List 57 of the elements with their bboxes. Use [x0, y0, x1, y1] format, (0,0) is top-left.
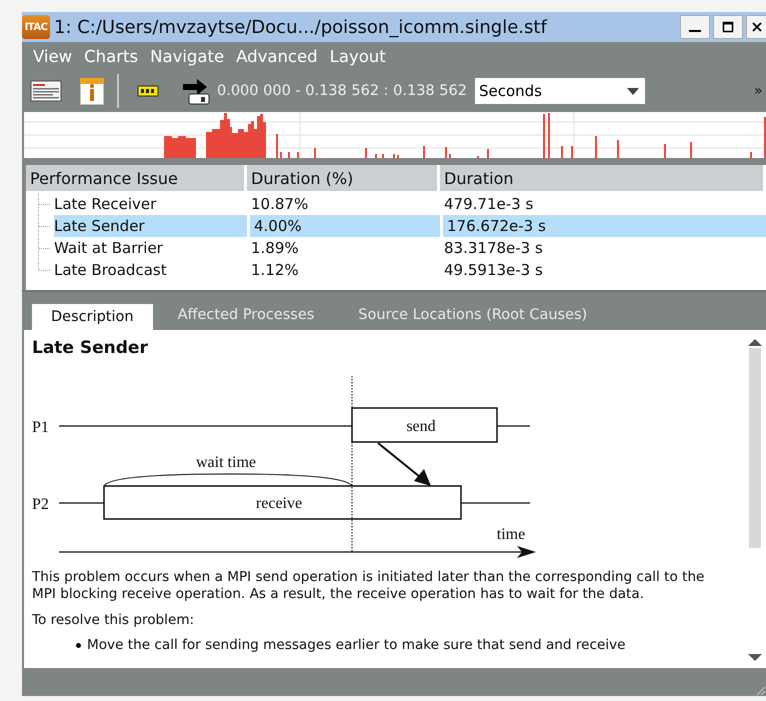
info-icon[interactable]: [79, 76, 105, 106]
table-cell-text: 10.87%: [250, 194, 310, 215]
message-arrow: [377, 442, 431, 486]
window-title: 1: C:/Users/mvzaytse/Docu.../poisson_icomm.single.stf: [54, 16, 548, 38]
unit-dropdown[interactable]: Seconds: [474, 78, 645, 104]
scrollbar-thumb[interactable]: [749, 348, 761, 548]
timeline: [59, 502, 104, 504]
column-header[interactable]: Duration (%): [247, 165, 440, 191]
scroll-up-icon[interactable]: [748, 338, 762, 346]
table-cell-text: 479.71e-3 s: [443, 194, 534, 215]
send-label: send: [406, 418, 436, 435]
process-label: P1: [32, 419, 49, 436]
timeline: [497, 425, 530, 427]
histogram-bar: [164, 136, 196, 158]
menu-item[interactable]: Advanced: [231, 46, 323, 66]
menu-item[interactable]: Navigate: [145, 46, 230, 66]
column-header[interactable]: Duration: [440, 165, 766, 191]
close-button[interactable]: [746, 15, 766, 39]
wait-label: wait time: [196, 454, 256, 471]
histogram-bar: [206, 113, 266, 158]
close-icon: [750, 21, 762, 33]
time-label: time: [496, 526, 526, 543]
timeline: [461, 502, 530, 504]
time-range: 0.000 000 - 0.138 562 : 0.138 562: [217, 83, 467, 99]
menu-item[interactable]: Layout: [324, 46, 391, 66]
description-text: To resolve this problem:: [32, 612, 196, 629]
bullet-icon: [76, 643, 81, 648]
description-text: This problem occurs when a MPI send operation is initiated later than the corresponding call to the MPI blocking receive operation. As a result, the receive operation has to wait for the data.: [32, 569, 706, 603]
table-cell-text: 83.3178e-3 s: [443, 238, 544, 259]
maximize-icon: [722, 21, 734, 33]
minimize-button[interactable]: [680, 15, 710, 39]
process-label: P2: [32, 496, 49, 513]
tab[interactable]: Description: [32, 304, 153, 330]
menu-item[interactable]: View: [28, 46, 78, 66]
table-cell: 4.00%: [247, 215, 440, 237]
table-cell-text: 1.89%: [250, 238, 300, 259]
resize-grip-icon[interactable]: [754, 684, 766, 696]
dropdown-caret-icon: [626, 88, 639, 94]
description-title: Late Sender: [32, 338, 149, 358]
table-cell: 176.672e-3 s: [440, 215, 766, 237]
minimize-icon: [689, 30, 701, 32]
app-icon: ITAC: [22, 15, 50, 39]
receive-label: receive: [256, 495, 302, 512]
issue-name[interactable]: Wait at Barrier: [54, 239, 163, 257]
scroll-down-icon[interactable]: [748, 654, 762, 662]
maximize-button[interactable]: [713, 15, 743, 39]
menu-item[interactable]: Charts: [79, 46, 144, 66]
table-cell-text: 1.12%: [250, 260, 300, 281]
issue-name[interactable]: Late Receiver: [54, 195, 156, 213]
tree-connector: [38, 215, 50, 237]
overflow-button[interactable]: »: [754, 83, 766, 99]
issue-name[interactable]: Late Broadcast: [54, 261, 167, 279]
column-header[interactable]: Performance Issue: [26, 165, 247, 191]
table-cell-text: 49.5913e-3 s: [443, 260, 544, 281]
tree-connector: [38, 193, 50, 215]
arrow-icon[interactable]: [181, 76, 211, 106]
bullet-text: Move the call for sending messages earlier to make sure that send and receive: [87, 638, 626, 653]
